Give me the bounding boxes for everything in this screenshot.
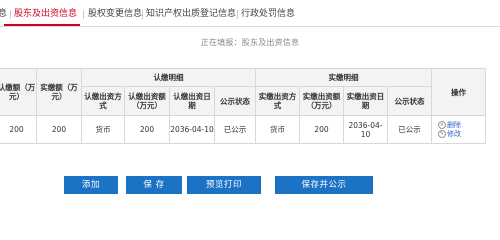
shareholder-table: 认缴额（万元） 实缴额（万元） 认缴明细 实缴明细 操作 认缴出资方式 认缴出资…: [0, 68, 486, 144]
delete-label: 删除: [447, 120, 461, 129]
tab-divider: [10, 10, 11, 19]
header-operation: 操作: [431, 68, 486, 116]
tab-divider: [142, 10, 143, 19]
header-paid-method: 实缴出资方式: [255, 86, 300, 116]
cell-sub-amount: 200: [124, 115, 170, 144]
header-sub-date: 认缴出资日期: [169, 86, 215, 116]
edit-label: 修改: [447, 129, 461, 138]
filling-status-text: 正在填报：股东及出资信息: [200, 38, 300, 47]
header-subscribed-detail: 认缴明细: [81, 68, 256, 87]
tab-administrative-penalty[interactable]: 行政处罚信息: [241, 9, 295, 20]
cell-paid-method: 货币: [255, 115, 300, 144]
tab-bar: 息 股东及出资信息 股权变更信息 知识产权出质登记信息 行政处罚信息: [0, 0, 500, 27]
header-paid-status: 公示状态: [387, 86, 432, 116]
tab-ip-pledge[interactable]: 知识产权出质登记信息: [146, 9, 236, 20]
save-and-publish-button[interactable]: 保存并公示: [275, 176, 373, 194]
header-paid-amount: 实缴额（万元）: [36, 68, 82, 116]
active-tab-underline: [4, 24, 80, 26]
tab-divider: [83, 10, 84, 19]
cell-sub-method: 货币: [81, 115, 125, 144]
tab-shareholder-contribution[interactable]: 股东及出资信息: [14, 9, 77, 20]
header-sub-status: 公示状态: [214, 86, 256, 116]
header-sub-amount: 认缴出资额（万元）: [124, 86, 170, 116]
cell-paid-date: 2036-04-10: [343, 115, 388, 144]
edit-link[interactable]: ✎ 修改: [438, 129, 485, 139]
preview-print-button[interactable]: 预览打印: [187, 176, 261, 194]
header-paid-amount-detail: 实缴出资额（万元）: [299, 86, 344, 116]
cell-sub-date: 2036-04-10: [169, 115, 215, 144]
header-sub-method: 认缴出资方式: [81, 86, 125, 116]
cell-sub-status: 已公示: [214, 115, 256, 144]
edit-icon: ✎: [438, 129, 446, 138]
header-paid-date: 实缴出资日期: [343, 86, 388, 116]
delete-icon: ×: [438, 120, 446, 129]
save-button[interactable]: 保 存: [126, 176, 182, 194]
header-paid-detail: 实缴明细: [255, 68, 432, 87]
cell-paid-amount: 200: [36, 115, 82, 144]
delete-link[interactable]: × 删除: [438, 120, 485, 130]
tab-previous[interactable]: 息: [0, 9, 7, 20]
tab-equity-change[interactable]: 股权变更信息: [88, 9, 142, 20]
cell-paid-status: 已公示: [387, 115, 432, 144]
add-button[interactable]: 添加: [64, 176, 118, 194]
tab-divider: [237, 10, 238, 19]
cell-subscribed-amount: 200: [0, 115, 37, 144]
cell-operations: × 删除 ✎ 修改: [431, 115, 486, 144]
table-row: 200 200 货币 200 2036-04-10 已公示 货币 200 203…: [0, 115, 486, 144]
cell-paid-amount-detail: 200: [299, 115, 344, 144]
header-subscribed-amount: 认缴额（万元）: [0, 68, 37, 116]
